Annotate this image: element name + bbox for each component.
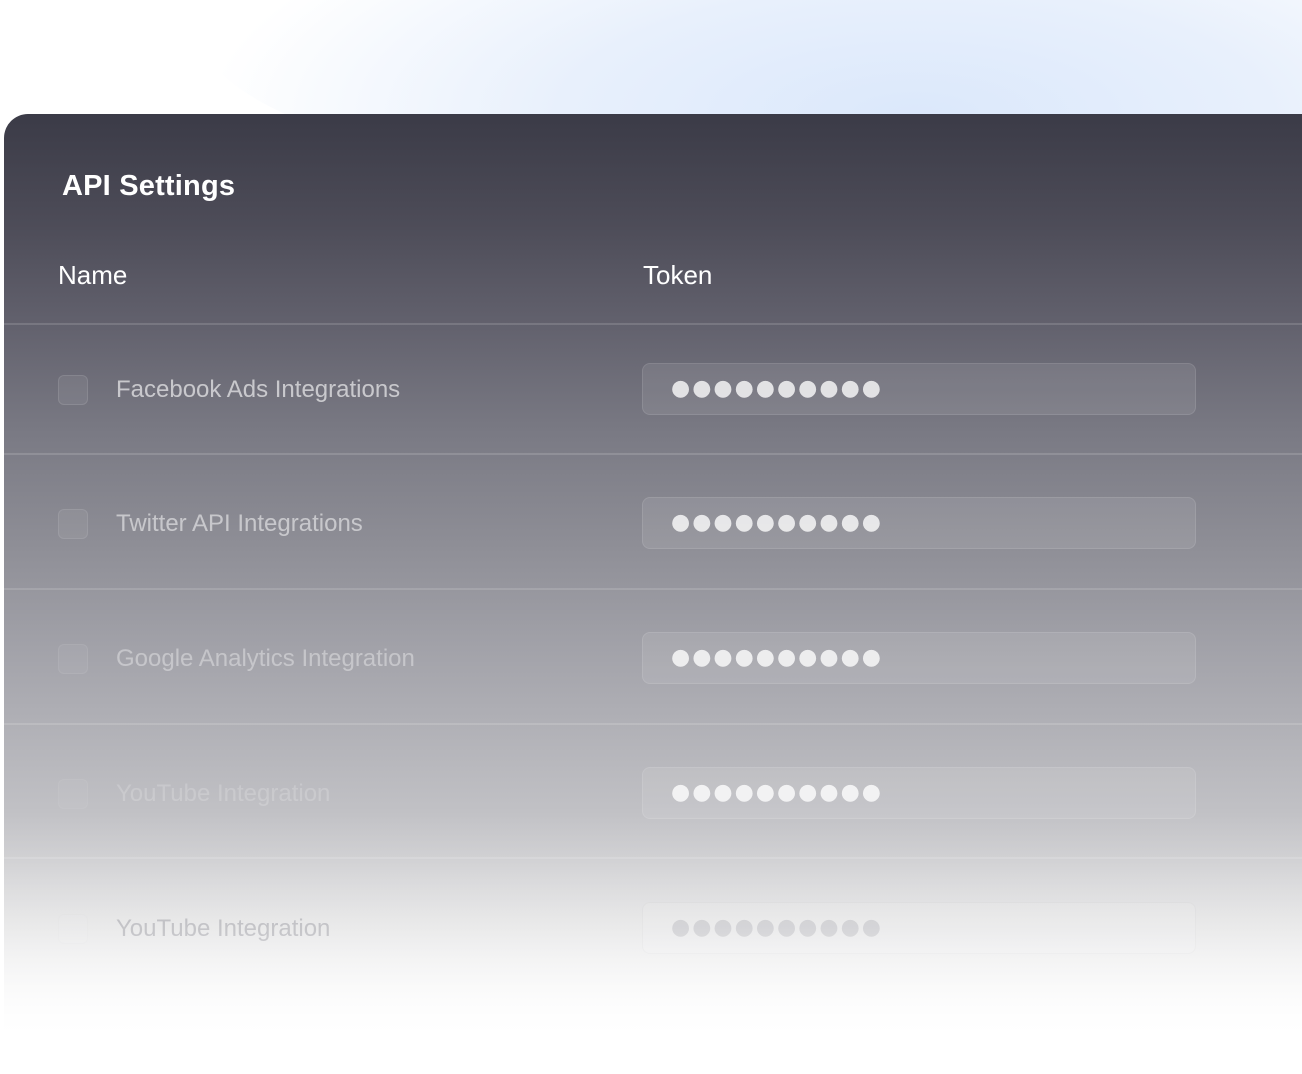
row-checkbox[interactable] (58, 375, 88, 405)
row-divider (4, 453, 1302, 455)
row-checkbox[interactable] (58, 644, 88, 674)
table-row: YouTube Integration ●●●●●●●●●● (4, 864, 1302, 998)
column-header-token: Token (643, 260, 713, 290)
column-header-name: Name (58, 260, 128, 290)
table-row: YouTube Integration ●●●●●●●●●● (4, 729, 1302, 863)
integration-name: YouTube Integration (116, 780, 331, 807)
table-row: Facebook Ads Integrations ●●●●●●●●●● (4, 325, 1302, 459)
table-row: Google Analytics Integration ●●●●●●●●●● (4, 594, 1302, 728)
integration-name: Facebook Ads Integrations (116, 376, 401, 403)
app-stage: API Settings Name Token Facebook Ads Int… (0, 0, 1302, 1074)
page-title: API Settings (62, 170, 236, 202)
row-divider (4, 723, 1302, 725)
token-field[interactable]: ●●●●●●●●●● (642, 632, 1196, 684)
row-checkbox[interactable] (58, 509, 88, 539)
row-divider (4, 857, 1302, 859)
token-field[interactable]: ●●●●●●●●●● (642, 363, 1196, 415)
token-field[interactable]: ●●●●●●●●●● (642, 767, 1196, 819)
token-field[interactable]: ●●●●●●●●●● (642, 902, 1196, 954)
api-settings-panel: API Settings Name Token Facebook Ads Int… (4, 114, 1302, 1074)
row-checkbox[interactable] (58, 779, 88, 809)
table-row: Twitter API Integrations ●●●●●●●●●● (4, 459, 1302, 593)
integration-name: Google Analytics Integration (116, 645, 415, 672)
row-checkbox[interactable] (58, 914, 88, 944)
token-field[interactable]: ●●●●●●●●●● (642, 497, 1196, 549)
integration-name: YouTube Integration (116, 915, 331, 942)
integration-name: Twitter API Integrations (116, 510, 363, 537)
row-divider (4, 588, 1302, 590)
